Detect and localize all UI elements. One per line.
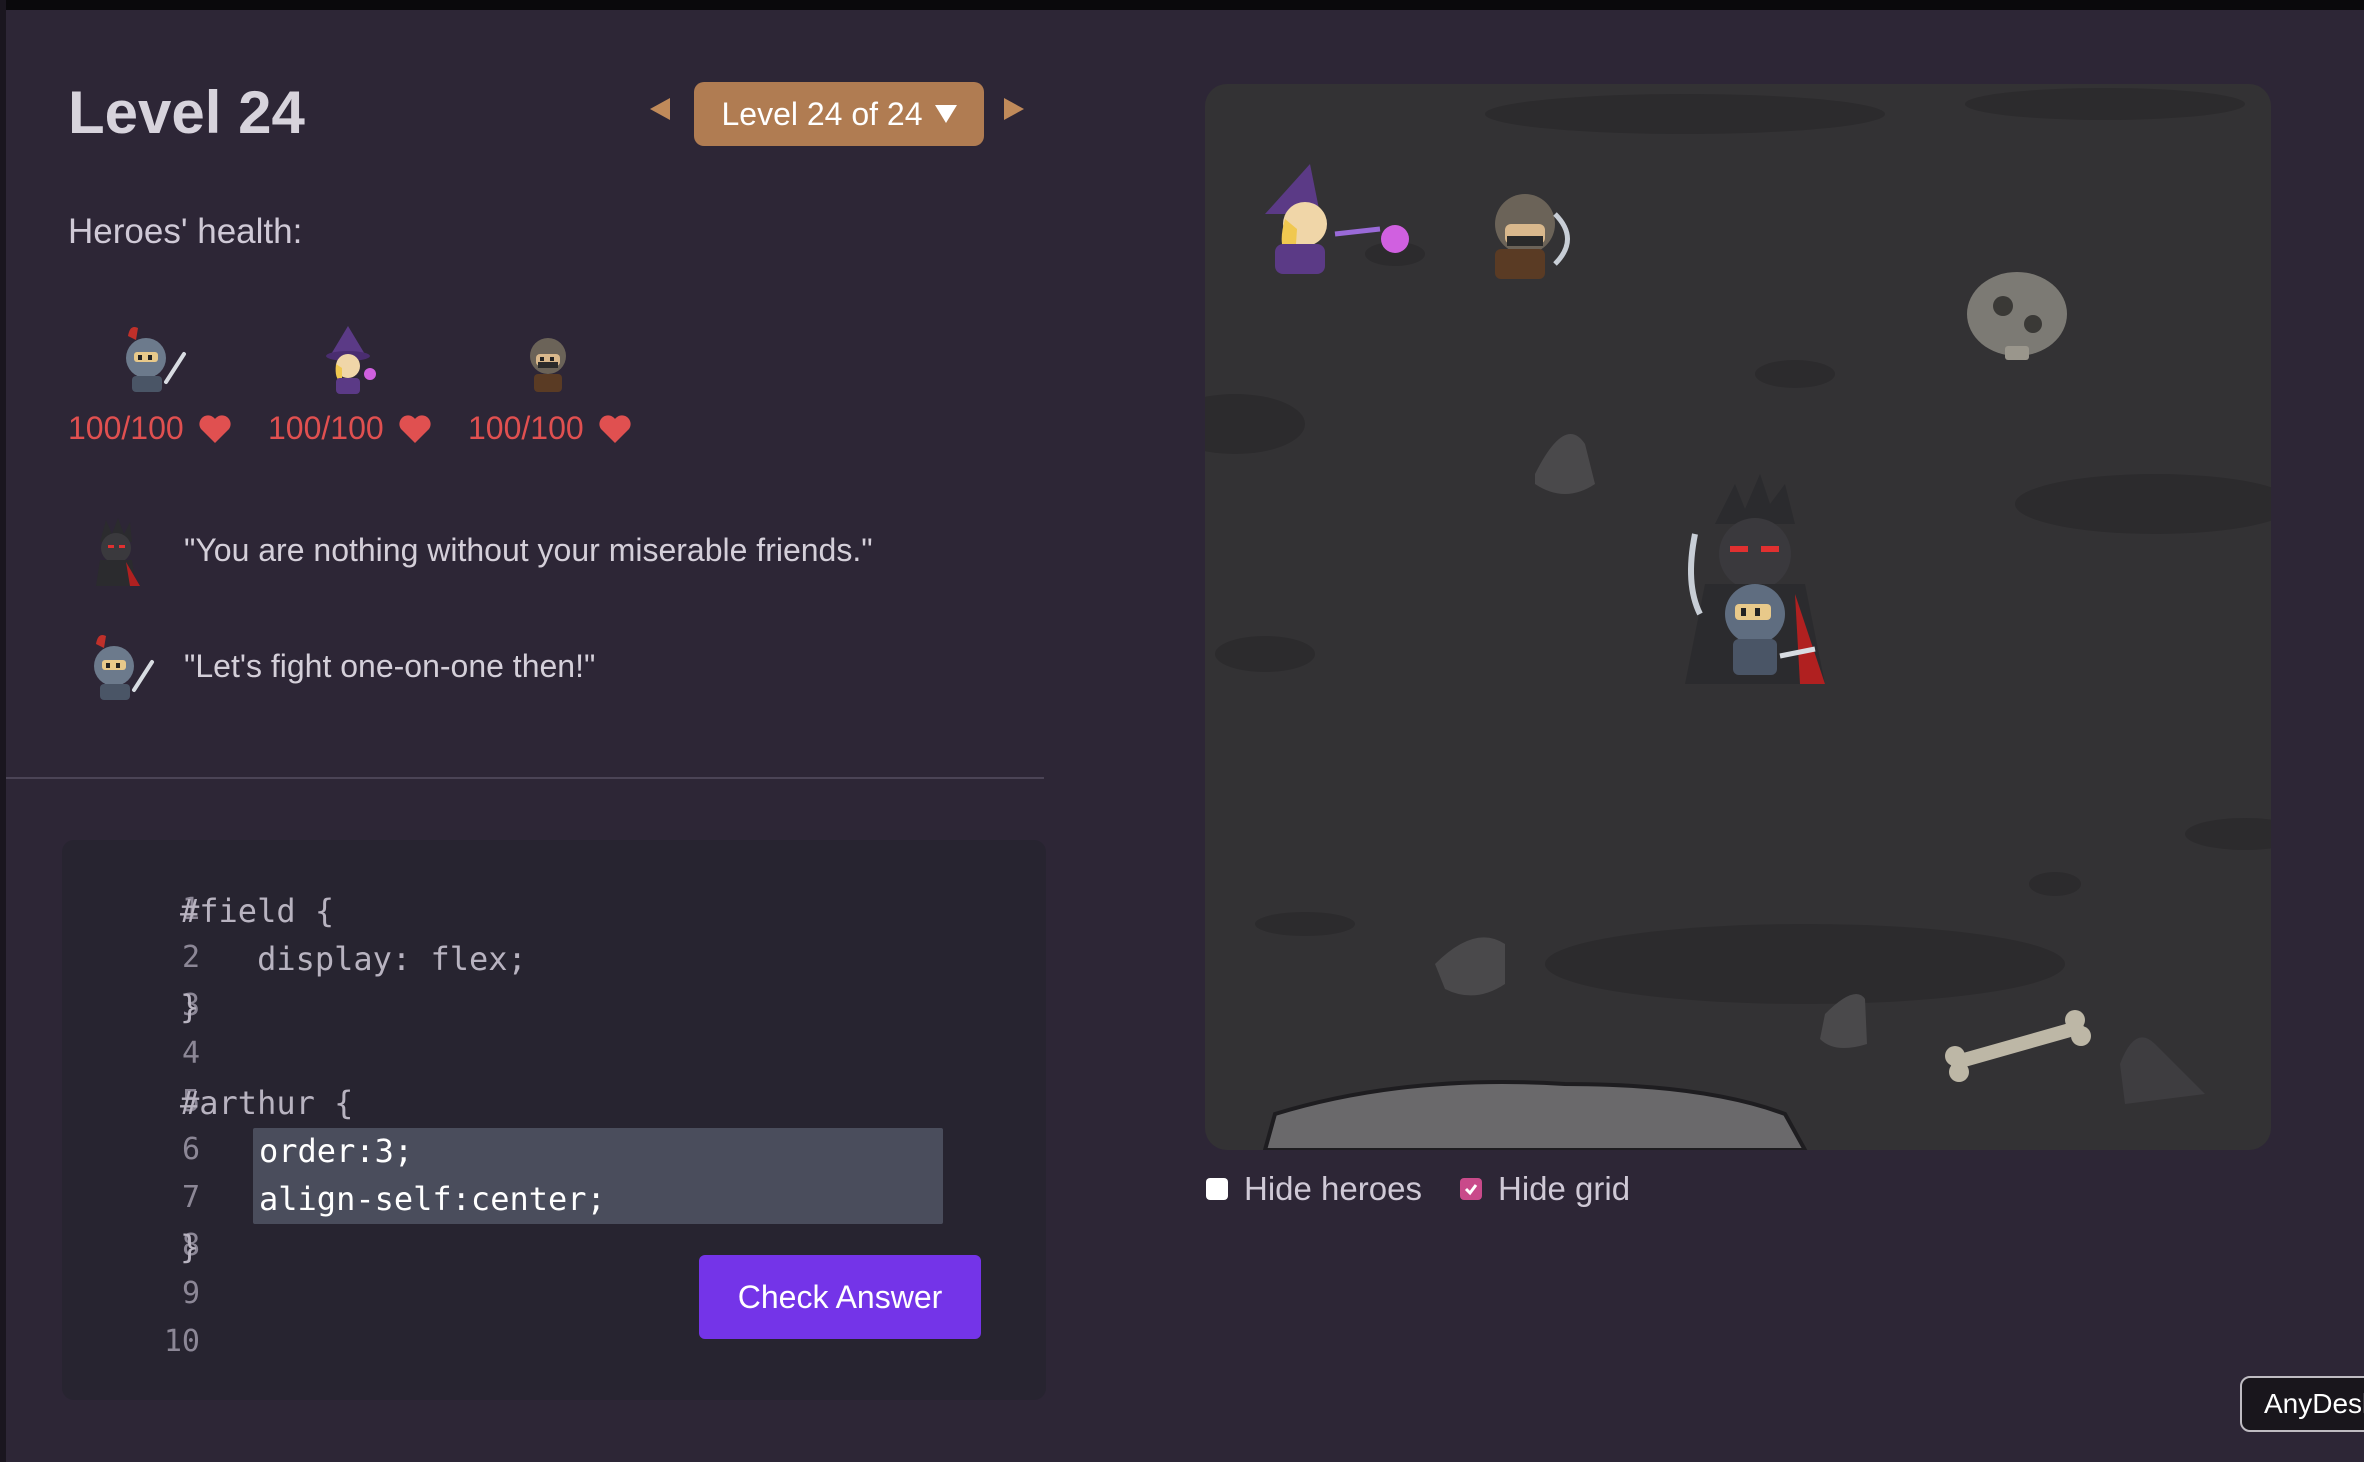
- checkmark-icon: [1464, 1184, 1478, 1196]
- hero-hp-value: 100/100: [68, 410, 184, 446]
- check-answer-button[interactable]: Check Answer: [699, 1255, 981, 1339]
- level-selector[interactable]: Level 24 of 24: [694, 82, 984, 146]
- rogue-sprite-icon: [1495, 194, 1570, 279]
- hide-grid-checkbox[interactable]: [1460, 1178, 1482, 1200]
- code-line: #field {: [180, 892, 335, 930]
- line-number: 6: [181, 1132, 200, 1167]
- window-left-edge: [0, 0, 6, 1462]
- rock-icon: [1435, 937, 1505, 996]
- dialogue-text: "Let's fight one-on-one then!": [184, 648, 596, 684]
- rogue-portrait-icon: [530, 338, 566, 392]
- bone-icon: [1945, 1010, 2091, 1082]
- hero-health-knight: 100/100: [68, 310, 258, 460]
- dialogue-line: "You are nothing without your miserable …: [76, 512, 976, 592]
- hide-heroes-toggle[interactable]: Hide heroes: [1206, 1170, 1422, 1208]
- level-title: Level 24: [68, 79, 305, 146]
- knight-portrait-icon: [126, 327, 186, 392]
- game-board: [1205, 84, 2271, 1150]
- line-number: 10: [163, 1324, 200, 1359]
- skull-icon: [1967, 272, 2067, 360]
- heart-icon: [199, 414, 231, 443]
- code-line: }: [180, 1228, 200, 1266]
- line-number: 4: [181, 1036, 200, 1071]
- dark-knight-avatar-icon: [96, 518, 140, 586]
- code-line: #arthur {: [180, 1084, 354, 1122]
- anydesk-tooltip: AnyDesk: [2240, 1376, 2364, 1432]
- heart-icon: [599, 414, 631, 443]
- input-line: order:3;: [259, 1132, 414, 1170]
- next-level-arrow-icon[interactable]: [1004, 98, 1024, 120]
- dialogue-line: "Let's fight one-on-one then!": [76, 628, 976, 708]
- window-top-bar: [0, 0, 2364, 10]
- input-line: align-self:center;: [259, 1180, 606, 1218]
- code-line: }: [180, 988, 200, 1026]
- hero-hp: 100/100: [68, 410, 232, 447]
- board-illustration: [1205, 88, 2271, 1150]
- hero-health-wizard: 100/100: [268, 310, 458, 460]
- line-number: 7: [181, 1180, 200, 1215]
- previous-level-arrow-icon[interactable]: [650, 98, 670, 120]
- hide-grid-label: Hide grid: [1498, 1170, 1631, 1207]
- css-input-area[interactable]: order:3; align-self:center;: [253, 1128, 943, 1224]
- section-divider: [6, 777, 1044, 779]
- code-line: display: flex;: [180, 940, 527, 978]
- hero-health-rogue: 100/100: [468, 310, 658, 460]
- rock-icon: [2120, 1037, 2205, 1104]
- hero-hp-value: 100/100: [268, 410, 384, 446]
- caret-down-icon: [934, 105, 957, 123]
- hide-heroes-label: Hide heroes: [1244, 1170, 1422, 1207]
- code-editor: 1 2 3 4 5 6 7 8 9 10 #field { display: f…: [62, 840, 1046, 1400]
- wizard-portrait-icon: [326, 326, 376, 394]
- hide-grid-toggle[interactable]: Hide grid: [1460, 1170, 1630, 1208]
- hero-hp: 100/100: [268, 410, 432, 447]
- line-number: 9: [181, 1276, 200, 1311]
- hero-hp: 100/100: [468, 410, 632, 447]
- rubble-icon: [1262, 1080, 1808, 1150]
- knight-avatar-icon: [94, 635, 154, 700]
- dialogue-text: "You are nothing without your miserable …: [184, 532, 873, 568]
- heart-icon: [399, 414, 431, 443]
- level-selector-label: Level 24 of 24: [721, 95, 923, 132]
- rock-icon: [1535, 434, 1595, 494]
- hero-hp-value: 100/100: [468, 410, 584, 446]
- health-label: Heroes' health:: [68, 212, 303, 251]
- hide-heroes-checkbox[interactable]: [1206, 1178, 1228, 1200]
